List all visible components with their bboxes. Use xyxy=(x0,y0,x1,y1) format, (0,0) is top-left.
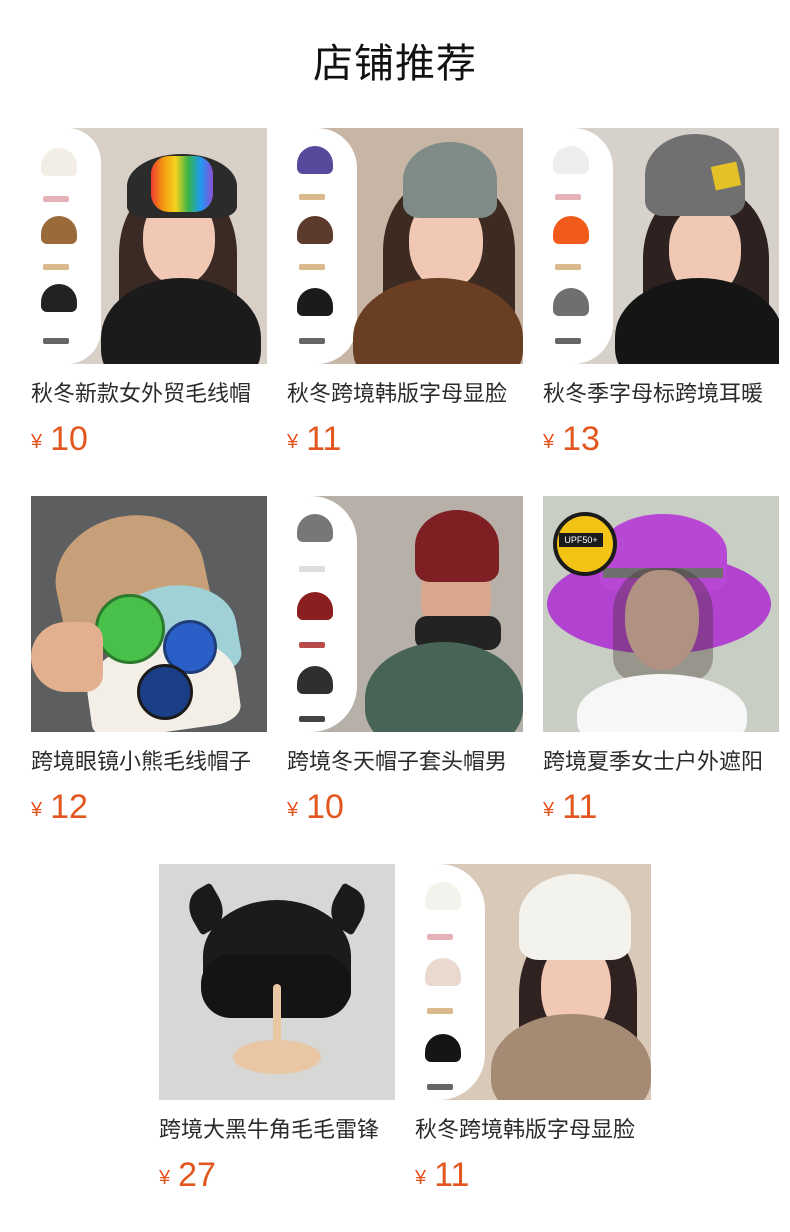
upf-badge-label: UPF50+ xyxy=(559,533,603,547)
currency-symbol: ¥ xyxy=(31,431,43,453)
currency-symbol: ¥ xyxy=(287,799,299,821)
price-amount: 13 xyxy=(562,420,600,458)
product-price: ¥ 10 xyxy=(287,785,344,829)
product-image[interactable] xyxy=(287,128,523,364)
product-price: ¥ 12 xyxy=(31,785,88,829)
product-card[interactable]: 秋冬跨境韩版字母显脸 ¥ 11 xyxy=(415,864,651,1194)
product-card[interactable]: 跨境眼镜小熊毛线帽子 ¥ 12 xyxy=(31,496,267,826)
currency-symbol: ¥ xyxy=(31,799,43,821)
product-card[interactable]: 秋冬跨境韩版字母显脸 ¥ 11 xyxy=(287,128,523,458)
price-amount: 11 xyxy=(434,1156,470,1194)
product-price: ¥ 11 xyxy=(415,1153,469,1197)
currency-symbol: ¥ xyxy=(543,431,555,453)
product-name[interactable]: 跨境夏季女士户外遮阳 xyxy=(543,746,779,780)
product-image[interactable] xyxy=(31,128,267,364)
price-amount: 12 xyxy=(50,788,88,826)
product-price: ¥ 10 xyxy=(31,417,88,461)
product-price: ¥ 11 xyxy=(287,417,341,461)
product-card[interactable]: UPF50+ 跨境夏季女士户外遮阳 ¥ 11 xyxy=(543,496,779,826)
product-name[interactable]: 秋冬季字母标跨境耳暖 xyxy=(543,378,779,412)
price-amount: 11 xyxy=(562,788,598,826)
product-name[interactable]: 秋冬跨境韩版字母显脸 xyxy=(415,1114,651,1148)
currency-symbol: ¥ xyxy=(159,1167,171,1189)
currency-symbol: ¥ xyxy=(543,799,555,821)
product-card[interactable]: 跨境冬天帽子套头帽男 ¥ 10 xyxy=(287,496,523,826)
product-image[interactable] xyxy=(159,864,395,1100)
page-title: 店铺推荐 xyxy=(313,41,477,87)
product-image[interactable] xyxy=(287,496,523,732)
product-name[interactable]: 秋冬新款女外贸毛线帽 xyxy=(31,378,267,412)
price-amount: 11 xyxy=(306,420,342,458)
product-price: ¥ 27 xyxy=(159,1153,216,1197)
currency-symbol: ¥ xyxy=(287,431,299,453)
store-recommendations-page: 店铺推荐 秋冬新款女外贸毛线帽 ¥ 10 秋冬跨境韩版字母显脸 ¥ 11 秋冬季… xyxy=(0,0,790,1232)
product-price: ¥ 13 xyxy=(543,417,600,461)
product-name[interactable]: 跨境冬天帽子套头帽男 xyxy=(287,746,523,780)
product-image[interactable]: UPF50+ xyxy=(543,496,779,732)
product-card[interactable]: 秋冬新款女外贸毛线帽 ¥ 10 xyxy=(31,128,267,458)
product-card[interactable]: 秋冬季字母标跨境耳暖 ¥ 13 xyxy=(543,128,779,458)
price-amount: 27 xyxy=(178,1156,216,1194)
product-name[interactable]: 跨境大黑牛角毛毛雷锋 xyxy=(159,1114,395,1148)
product-price: ¥ 11 xyxy=(543,785,597,829)
product-name[interactable]: 跨境眼镜小熊毛线帽子 xyxy=(31,746,267,780)
product-name[interactable]: 秋冬跨境韩版字母显脸 xyxy=(287,378,523,412)
product-image[interactable] xyxy=(31,496,267,732)
currency-symbol: ¥ xyxy=(415,1167,427,1189)
product-card[interactable]: 跨境大黑牛角毛毛雷锋 ¥ 27 xyxy=(159,864,395,1194)
price-amount: 10 xyxy=(306,788,344,826)
price-amount: 10 xyxy=(50,420,88,458)
product-image[interactable] xyxy=(415,864,651,1100)
product-image[interactable] xyxy=(543,128,779,364)
